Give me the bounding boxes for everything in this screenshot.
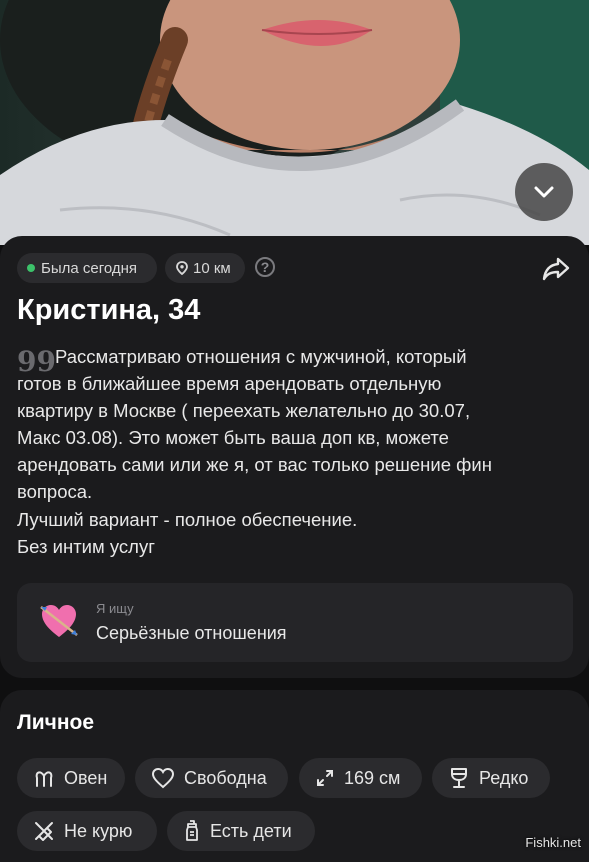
location-pin-icon xyxy=(176,261,188,275)
seeking-value: Серьёзные отношения xyxy=(96,623,287,643)
baby-bottle-icon xyxy=(186,820,198,841)
heart-outline-icon xyxy=(151,767,175,789)
distance-text: 10 км xyxy=(193,259,231,277)
profile-photo[interactable] xyxy=(0,0,589,245)
tag-label: 169 см xyxy=(344,767,401,788)
aries-icon xyxy=(35,771,53,787)
tag-children[interactable]: Есть дети xyxy=(167,811,315,851)
online-status-text: Была сегодня xyxy=(41,259,138,277)
tag-zodiac[interactable]: Овен xyxy=(17,758,125,798)
help-icon-glyph: ? xyxy=(260,259,270,275)
tag-label: Свободна xyxy=(184,767,267,788)
profile-name-age: Кристина, 34 xyxy=(17,294,201,326)
photo-illustration xyxy=(0,0,589,245)
tag-label: Редко xyxy=(479,767,529,788)
seeking-block: Я ищу Серьёзные отношения xyxy=(17,583,573,662)
tag-smoking[interactable]: Не курю xyxy=(17,811,157,851)
wine-glass-icon xyxy=(451,768,467,788)
tag-label: Есть дети xyxy=(210,820,292,841)
tag-label: Не курю xyxy=(64,820,133,841)
tag-status[interactable]: Свободна xyxy=(135,758,288,798)
tag-height[interactable]: 169 см xyxy=(299,758,422,798)
share-icon[interactable] xyxy=(541,256,571,282)
distance-badge: 10 км xyxy=(165,253,245,283)
no-smoking-icon xyxy=(35,822,53,841)
online-status-badge: Была сегодня xyxy=(17,253,157,283)
personal-title: Личное xyxy=(17,711,95,734)
heart-arrow-icon xyxy=(40,605,78,637)
height-arrows-icon xyxy=(317,770,333,786)
watermark: Fishki.net xyxy=(525,835,581,850)
online-dot-icon xyxy=(27,264,35,272)
profile-bio: Рассматриваю отношения с мужчиной, котор… xyxy=(17,346,492,557)
seeking-label: Я ищу xyxy=(96,601,134,616)
tag-label: Овен xyxy=(64,767,108,788)
expand-button[interactable] xyxy=(515,163,573,221)
chevron-down-icon xyxy=(534,186,554,198)
tag-alcohol[interactable]: Редко xyxy=(432,758,550,798)
help-icon[interactable]: ? xyxy=(255,257,275,277)
